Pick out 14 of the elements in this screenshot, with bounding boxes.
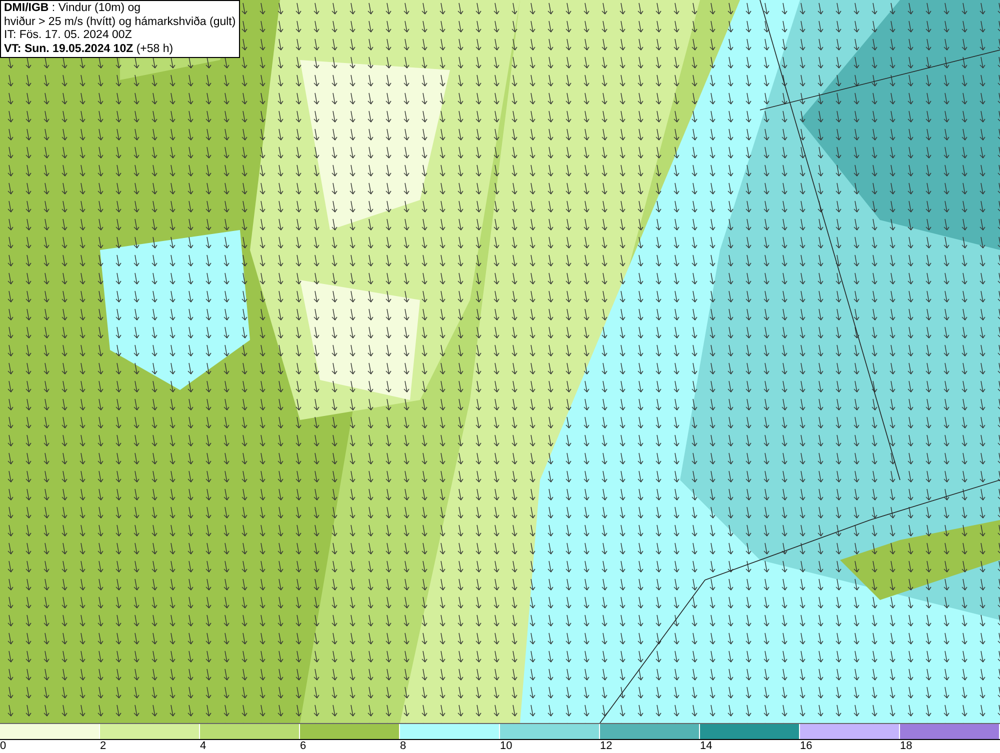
info-text: hviður > 25 m/s (hvítt) og hámarkshviða (gult) — [4, 16, 236, 29]
info-text: DMI/IGB : Vindur (10m) og — [4, 2, 142, 16]
legend-label: 12 — [600, 740, 614, 753]
info-text: VT: Sun. 19.05.2024 10Z (+58 h) — [4, 42, 174, 56]
legend-label: 2 — [100, 740, 108, 753]
legend-label: 10 — [500, 740, 514, 753]
info-text: IT: Fös. 17. 05. 2024 00Z — [4, 29, 133, 42]
legend-label: 14 — [700, 740, 714, 753]
legend-label: 16 — [800, 740, 814, 753]
legend-label: 0 — [0, 740, 8, 753]
legend-label: 6 — [300, 740, 308, 753]
legend-label: 8 — [400, 740, 408, 753]
legend-label: 18 — [900, 740, 914, 753]
legend-label: 4 — [200, 740, 208, 753]
